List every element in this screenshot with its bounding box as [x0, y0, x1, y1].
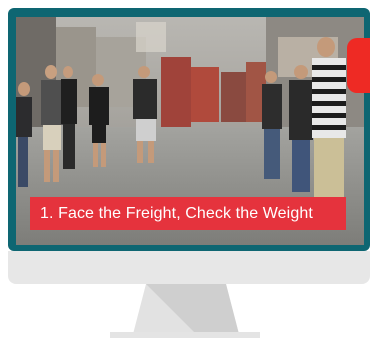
monitor-stand: [110, 284, 260, 338]
monitor-illustration: 1. Face the Freight, Check the Weight: [0, 0, 370, 338]
